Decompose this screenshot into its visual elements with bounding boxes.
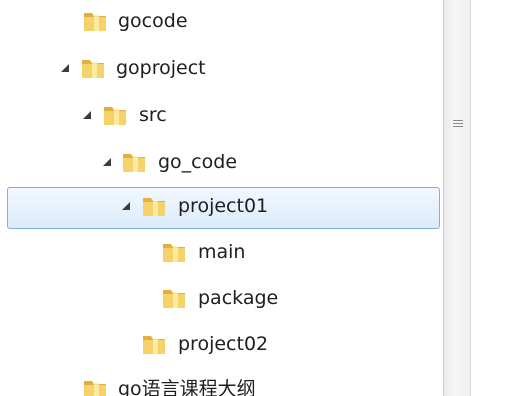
right-pane — [471, 0, 512, 396]
tree-item-gocode[interactable]: gocode — [0, 2, 440, 42]
tree-item-go-course-outline[interactable]: go语言课程大纲 — [0, 370, 440, 396]
tree-item-label: goproject — [116, 57, 206, 79]
folder-icon — [163, 290, 185, 308]
expanded-arrow-icon[interactable] — [121, 201, 131, 211]
folder-icon — [82, 60, 104, 78]
folder-icon — [84, 13, 106, 31]
tree-item-src[interactable]: src — [0, 96, 440, 136]
expanded-arrow-icon[interactable] — [60, 63, 70, 73]
folder-icon — [104, 107, 126, 125]
tree-item-project01[interactable]: project01 — [0, 187, 440, 229]
tree-item-label: main — [198, 241, 246, 263]
tree-item-project02[interactable]: project02 — [0, 325, 440, 365]
tree-item-label: go语言课程大纲 — [118, 378, 256, 396]
tree-item-label: go_code — [158, 151, 238, 173]
tree-item-label: package — [198, 287, 279, 309]
tree-item-label: project02 — [178, 333, 269, 355]
tree-item-go-code[interactable]: go_code — [0, 143, 440, 183]
folder-icon — [123, 154, 145, 172]
tree-item-label: gocode — [118, 10, 188, 32]
folder-icon — [163, 244, 185, 262]
tree-item-label: src — [139, 104, 167, 126]
tree-item-main[interactable]: main — [0, 233, 440, 273]
splitter-grip-icon[interactable] — [453, 120, 463, 132]
expanded-arrow-icon[interactable] — [102, 157, 112, 167]
expanded-arrow-icon[interactable] — [82, 110, 92, 120]
tree-item-package[interactable]: package — [0, 279, 440, 319]
folder-icon — [143, 336, 165, 354]
folder-tree: gocode goproject src go_code project01 m… — [0, 0, 443, 396]
pane-splitter[interactable] — [443, 0, 471, 396]
folder-icon — [84, 381, 106, 396]
tree-item-label: project01 — [178, 195, 269, 217]
folder-icon — [143, 198, 165, 216]
tree-item-goproject[interactable]: goproject — [0, 49, 440, 89]
